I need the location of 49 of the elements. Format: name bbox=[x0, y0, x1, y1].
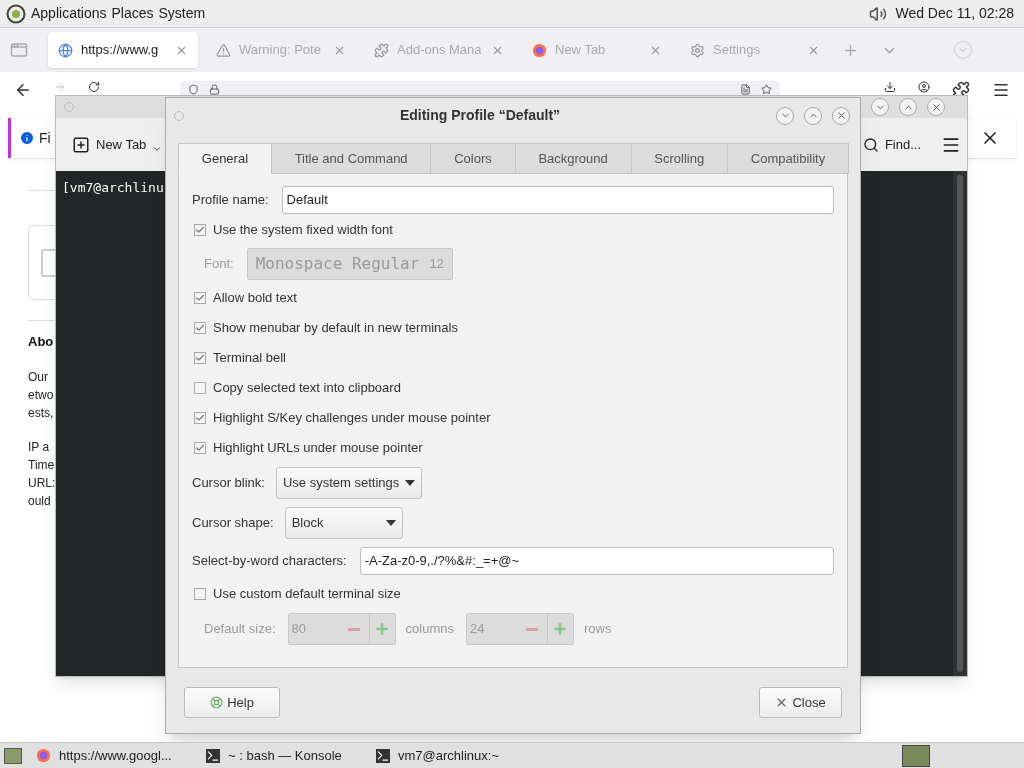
panel-menu[interactable]: Places bbox=[111, 3, 154, 24]
find-button[interactable]: Find... bbox=[862, 134, 921, 155]
dropdown[interactable]: Use system settings bbox=[275, 467, 423, 499]
profile-tab[interactable]: Title and Command bbox=[270, 143, 432, 174]
panel-menu[interactable]: Applications bbox=[31, 3, 107, 24]
clock[interactable]: Wed Dec 11, 02:28 bbox=[895, 3, 1014, 24]
browser-tab[interactable]: https://www.g bbox=[48, 32, 198, 68]
panel-menu[interactable]: System bbox=[158, 3, 206, 24]
profile-tab[interactable]: Colors bbox=[430, 143, 516, 174]
terminal-output: [vm7@archlinu bbox=[62, 180, 164, 195]
taskbar-button[interactable]: ~ : bash — Konsole bbox=[202, 743, 362, 768]
profile-tab[interactable]: Background bbox=[514, 143, 632, 174]
text-field[interactable]: -A-Za-z0-9,./?%&#:_=+@~ bbox=[359, 547, 834, 575]
page-text: URL: bbox=[28, 475, 57, 492]
field-label: Select-by-word characters: bbox=[192, 552, 347, 571]
field-label: Cursor shape: bbox=[192, 514, 274, 533]
checkbox-label: Allow bold text bbox=[213, 289, 297, 308]
page-text: Our bbox=[28, 369, 49, 386]
checkbox-label: Show menubar by default in new terminals bbox=[213, 319, 458, 338]
page-text: etwo bbox=[28, 387, 55, 404]
unit-label: rows bbox=[583, 620, 612, 639]
checkbox-label: Copy selected text into clipboard bbox=[213, 379, 401, 398]
field-label: Default size: bbox=[204, 620, 276, 639]
dropdown[interactable]: Block bbox=[284, 507, 403, 539]
page-text: ests, bbox=[28, 405, 55, 422]
profile-tab[interactable]: Compatibility bbox=[727, 143, 850, 174]
profile-tab[interactable]: Scrolling bbox=[630, 143, 728, 174]
page-text: Time bbox=[28, 457, 56, 474]
checkbox-label: Use the system fixed width font bbox=[213, 221, 393, 240]
field-label: Font: bbox=[204, 255, 234, 274]
checkbox-label: Highlight URLs under mouse pointer bbox=[213, 439, 423, 458]
page-text: IP a bbox=[28, 439, 51, 456]
page-heading: Abo bbox=[28, 333, 55, 351]
help-button[interactable]: Help bbox=[184, 687, 280, 718]
checkbox-label: Highlight S/Key challenges under mouse pointer bbox=[213, 409, 491, 428]
checkbox-label: Terminal bell bbox=[213, 349, 286, 368]
unit-label: columns bbox=[405, 620, 454, 639]
field-label: Cursor blink: bbox=[192, 474, 265, 493]
new-tab-button[interactable]: New Tab bbox=[72, 134, 163, 155]
notification-text: Fi bbox=[39, 128, 51, 148]
profile-tab[interactable]: General bbox=[178, 143, 272, 174]
dialog-title: Editing Profile “Default” bbox=[398, 106, 562, 125]
taskbar-button[interactable]: https://www.googl... bbox=[32, 743, 192, 768]
close-button[interactable]: Close bbox=[759, 687, 842, 718]
page-text: ould bbox=[28, 493, 52, 510]
field-label: Profile name: bbox=[192, 191, 269, 210]
text-field[interactable]: Default bbox=[281, 186, 834, 214]
checkbox-label: Use custom default terminal size bbox=[213, 585, 401, 604]
taskbar-button[interactable]: vm7@archlinux:~ bbox=[372, 743, 532, 768]
